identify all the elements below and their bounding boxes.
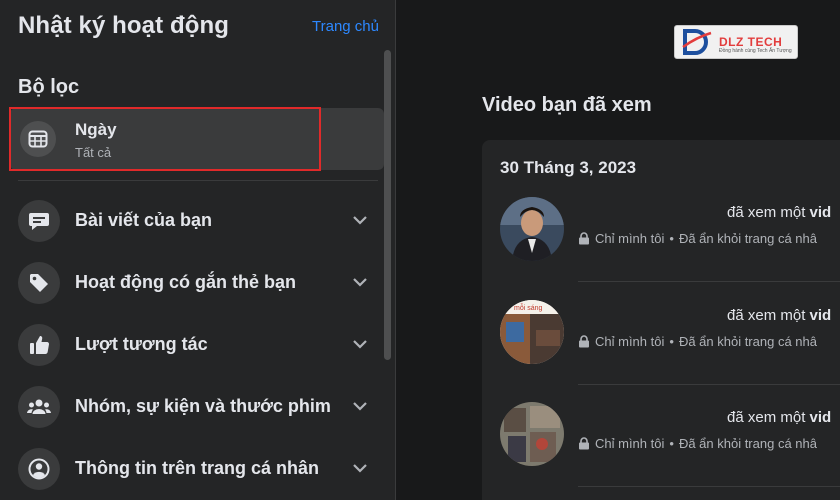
list-item[interactable]: đã xem một vid Chỉ mình tôi • Đã ẩn khỏi…	[482, 197, 840, 297]
sidebar-item-label: Bài viết của bạn	[75, 210, 213, 230]
entry-meta: Chỉ mình tôi • Đã ẩn khỏi trang cá nhâ	[578, 436, 817, 451]
privacy-label: Chỉ mình tôi	[595, 436, 665, 451]
entry-description: đã xem một vid	[727, 204, 831, 221]
sidebar-scrollbar[interactable]	[384, 50, 391, 360]
home-link[interactable]: Trang chủ	[312, 18, 379, 35]
chevron-down-icon	[353, 278, 367, 287]
sidebar-item-label: Nhóm, sự kiện và thước phim	[75, 396, 331, 416]
entry-object: vid	[809, 204, 832, 221]
divider	[578, 486, 840, 487]
logo-tagline: Đồng hành cùng Tech Ấn Tượng	[719, 48, 792, 54]
visibility-status: Đã ẩn khỏi trang cá nhâ	[678, 231, 817, 246]
sidebar-item-label: Lượt tương tác	[75, 334, 208, 354]
visibility-status: Đã ẩn khỏi trang cá nhâ	[678, 334, 817, 349]
list-item[interactable]: đã xem một vid Chỉ mình tôi • Đã ẩn khỏi…	[482, 402, 840, 500]
video-thumbnail[interactable]	[500, 197, 564, 261]
date-filter-item[interactable]: Ngày Tất cả	[9, 107, 384, 171]
main-content: DLZ TECH Đồng hành cùng Tech Ấn Tượng Vi…	[397, 0, 840, 500]
group-icon	[18, 386, 60, 428]
activity-card: 30 Tháng 3, 2023 đã xem một vid Chỉ mình…	[482, 140, 840, 500]
sidebar-item-your-posts[interactable]: Bài viết của bạn	[10, 192, 384, 248]
entry-action: đã xem một	[727, 307, 810, 324]
tag-icon	[18, 262, 60, 304]
sidebar-item-groups-events-reels[interactable]: Nhóm, sự kiện và thước phim	[10, 378, 384, 434]
logo-text: DLZ TECH	[719, 35, 783, 49]
section-title: Video bạn đã xem	[482, 94, 652, 116]
entry-meta: Chỉ mình tôi • Đã ẩn khỏi trang cá nhâ	[578, 334, 817, 349]
list-item[interactable]: mỗi sáng đã xem một vid Chỉ mình tôi • Đ…	[482, 300, 840, 400]
sidebar-item-tagged-activity[interactable]: Hoạt động có gắn thẻ bạn	[10, 254, 384, 310]
entry-action: đã xem một	[727, 204, 810, 221]
entry-object: vid	[809, 307, 832, 324]
annotation-highlight-box	[9, 107, 321, 171]
sidebar-item-label: Hoạt động có gắn thẻ bạn	[75, 272, 296, 292]
speech-bubble-icon	[18, 200, 60, 242]
sidebar-item-profile-info[interactable]: Thông tin trên trang cá nhân	[10, 440, 384, 496]
filter-heading: Bộ lọc	[18, 76, 80, 98]
privacy-label: Chỉ mình tôi	[595, 334, 665, 349]
profile-icon	[18, 448, 60, 490]
watermark-logo: DLZ TECH Đồng hành cùng Tech Ấn Tượng	[674, 25, 798, 59]
lock-icon	[579, 437, 589, 450]
entry-object: vid	[809, 409, 832, 426]
entry-meta: Chỉ mình tôi • Đã ẩn khỏi trang cá nhâ	[578, 231, 817, 246]
thumbnail-caption: mỗi sáng	[514, 303, 543, 312]
sidebar-item-label: Thông tin trên trang cá nhân	[75, 458, 319, 478]
sidebar-header: Nhật ký hoạt động Trang chủ	[18, 12, 379, 44]
entry-description: đã xem một vid	[727, 409, 831, 426]
chevron-down-icon	[353, 340, 367, 349]
page-title: Nhật ký hoạt động	[18, 12, 230, 39]
dlz-logo-mark	[681, 27, 715, 57]
entry-action: đã xem một	[727, 409, 810, 426]
card-date: 30 Tháng 3, 2023	[500, 158, 637, 177]
lock-icon	[579, 232, 589, 245]
activity-log-sidebar: Nhật ký hoạt động Trang chủ Bộ lọc Ngày …	[0, 0, 396, 500]
entry-description: đã xem một vid	[727, 307, 831, 324]
video-thumbnail[interactable]	[500, 402, 564, 466]
divider	[18, 180, 378, 181]
thumbs-up-icon	[18, 324, 60, 366]
lock-icon	[579, 335, 589, 348]
divider	[578, 281, 840, 282]
chevron-down-icon	[353, 216, 367, 225]
divider	[578, 384, 840, 385]
visibility-status: Đã ẩn khỏi trang cá nhâ	[678, 436, 817, 451]
chevron-down-icon	[353, 402, 367, 411]
video-thumbnail[interactable]: mỗi sáng	[500, 300, 564, 364]
privacy-label: Chỉ mình tôi	[595, 231, 665, 246]
sidebar-item-interactions[interactable]: Lượt tương tác	[10, 316, 384, 372]
chevron-down-icon	[353, 464, 367, 473]
